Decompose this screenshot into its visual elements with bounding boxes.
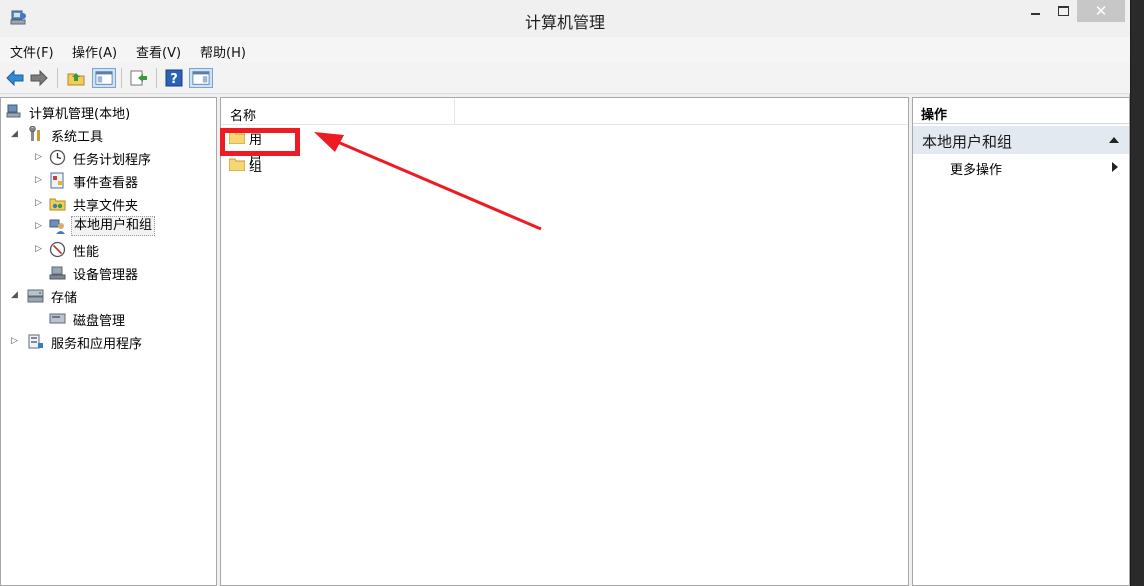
tree-label-system-tools: 系统工具: [51, 130, 104, 145]
performance-gauge-icon: [49, 241, 66, 258]
expand-arrow-icon[interactable]: ▷: [35, 221, 45, 231]
menu-file[interactable]: 文件(F): [10, 42, 54, 61]
shared-folder-icon: [49, 198, 66, 211]
toolbar-separator: [156, 68, 157, 88]
list-header: 名称: [221, 98, 908, 125]
close-button[interactable]: ✕: [1077, 0, 1125, 22]
svg-text:?: ?: [170, 72, 178, 87]
tree-label-services-apps: 服务和应用程序: [51, 337, 143, 352]
up-folder-icon[interactable]: [66, 68, 86, 88]
disk-management-icon: [49, 313, 66, 324]
tree-label-local-users-groups: 本地用户和组: [71, 216, 156, 236]
actions-header-label: 操作: [921, 108, 948, 123]
tree-label-task-scheduler: 任务计划程序: [73, 153, 152, 168]
window-title: 计算机管理: [524, 13, 605, 32]
collapse-arrow-icon[interactable]: ◢: [11, 129, 21, 139]
expand-arrow-icon[interactable]: ▷: [35, 244, 45, 254]
tree-label-device-manager: 设备管理器: [73, 268, 139, 283]
tree-label-shared-folders: 共享文件夹: [73, 199, 139, 214]
submenu-caret-icon: [1112, 162, 1118, 172]
toolbar-separator: [121, 68, 122, 88]
tree-label-root: 计算机管理(本地): [29, 107, 131, 122]
folder-icon: [229, 158, 245, 171]
column-header-name[interactable]: 名称: [221, 98, 455, 125]
menu-bar: 文件(F) 操作(A) 查看(V) 帮助(H): [0, 37, 1130, 62]
toolbar: ?: [0, 62, 1130, 94]
menu-action[interactable]: 操作(A): [72, 42, 117, 61]
tree-label-storage: 存储: [51, 291, 78, 306]
result-list-pane: 名称 用户 组: [220, 97, 909, 586]
tools-icon: [29, 126, 40, 141]
show-hide-console-tree-icon[interactable]: [92, 68, 116, 88]
collapse-caret-icon[interactable]: [1109, 137, 1119, 143]
actions-section-local-users-groups[interactable]: 本地用户和组: [913, 126, 1129, 154]
services-apps-icon: [28, 334, 43, 349]
actions-section-label: 本地用户和组: [922, 133, 1013, 151]
menu-help[interactable]: 帮助(H): [200, 42, 246, 61]
maximize-button[interactable]: [1050, 0, 1076, 22]
show-hide-action-pane-icon[interactable]: [189, 68, 213, 88]
expand-arrow-icon[interactable]: ▷: [11, 336, 21, 346]
expand-arrow-icon[interactable]: ▷: [35, 175, 45, 185]
computer-management-window: 计算机管理 ✕ 文件(F) 操作(A) 查看(V) 帮助(H) ? 计算机管理(…: [0, 0, 1130, 586]
actions-header: 操作: [913, 98, 1129, 124]
event-viewer-icon: [50, 172, 64, 189]
toolbar-separator: [57, 68, 58, 88]
tree-label-event-viewer: 事件查看器: [73, 176, 139, 191]
column-header-name-label: 名称: [230, 109, 257, 124]
action-more-actions[interactable]: 更多操作: [913, 156, 1129, 178]
device-manager-icon: [49, 266, 66, 280]
actions-pane: 操作 本地用户和组 更多操作: [912, 97, 1130, 586]
tree-label-disk-management: 磁盘管理: [73, 314, 126, 329]
back-arrow-icon[interactable]: [5, 68, 25, 88]
clock-icon: [49, 149, 66, 166]
title-bar[interactable]: 计算机管理 ✕: [0, 0, 1130, 37]
minimize-button[interactable]: [1022, 0, 1048, 22]
expand-arrow-icon[interactable]: ▷: [35, 198, 45, 208]
computer-management-icon: [6, 104, 21, 118]
forward-arrow-icon[interactable]: [29, 68, 49, 88]
console-tree: 计算机管理(本地) ◢ 系统工具 ▷ 任务计划程序 ▷ 事件查看器 ▷ 共享文件…: [0, 97, 217, 586]
menu-view[interactable]: 查看(V): [136, 42, 181, 61]
background-edge: [1131, 0, 1144, 586]
expand-arrow-icon[interactable]: ▷: [35, 152, 45, 162]
export-list-icon[interactable]: [129, 68, 149, 88]
annotation-highlight-box: [220, 128, 300, 156]
close-icon: ✕: [1094, 2, 1108, 20]
tree-label-performance: 性能: [73, 245, 100, 260]
collapse-arrow-icon[interactable]: ◢: [11, 290, 21, 300]
action-more-actions-label: 更多操作: [950, 163, 1003, 178]
list-item-label: 组: [249, 160, 263, 175]
storage-icon: [27, 289, 44, 303]
users-group-icon: [49, 219, 65, 234]
help-icon[interactable]: ?: [164, 68, 184, 88]
